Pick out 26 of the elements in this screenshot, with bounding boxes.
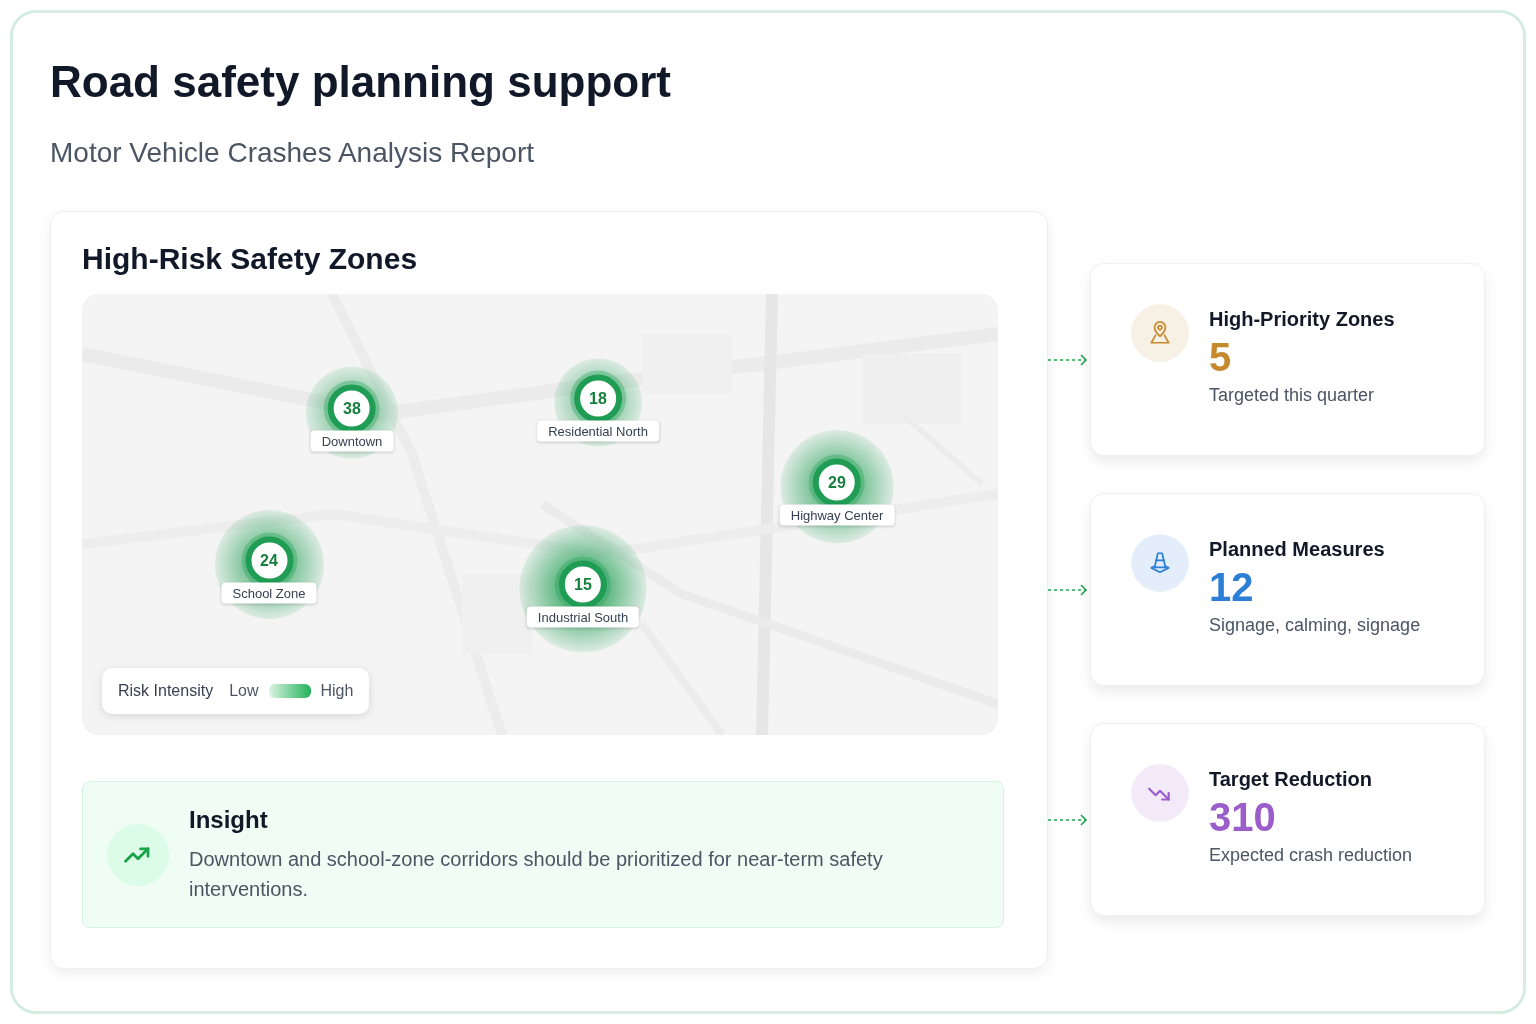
connector-arrow: [1048, 812, 1090, 827]
connector-arrow: [1048, 582, 1090, 597]
zone-label: Downtown: [310, 430, 394, 452]
intensity-gradient: [268, 684, 311, 698]
stat-value: 12: [1209, 564, 1255, 611]
stat-caption: Signage, calming, signage: [1209, 615, 1421, 636]
legend-title: Risk Intensity: [118, 682, 214, 700]
page-subtitle: Motor Vehicle Crashes Analysis Report: [50, 137, 535, 169]
stat-caption: Expected crash reduction: [1209, 845, 1413, 866]
insight-title: Insight: [189, 805, 269, 834]
connector-arrow: [1048, 352, 1090, 367]
zone-label: School Zone: [221, 582, 317, 604]
zone-label: Highway Center: [779, 504, 895, 526]
panel-title: High-Risk Safety Zones: [82, 242, 419, 276]
zone-label: Residential North: [537, 420, 659, 442]
stat-title: High-Priority Zones: [1209, 308, 1395, 331]
legend-high-label: High: [320, 682, 354, 700]
stat-caption: Targeted this quarter: [1209, 385, 1376, 406]
stat-value: 310: [1209, 794, 1277, 841]
insight-text: Downtown and school-zone corridors should be prioritized for near-term safety interventions.: [189, 846, 884, 902]
page-title: Road safety planning support: [50, 57, 672, 107]
zone-label: Industrial South: [526, 606, 640, 628]
stat-title: Target Reduction: [1209, 768, 1373, 791]
legend-low-label: Low: [229, 682, 259, 700]
stat-value: 5: [1209, 334, 1233, 381]
stat-title: Planned Measures: [1209, 538, 1386, 561]
